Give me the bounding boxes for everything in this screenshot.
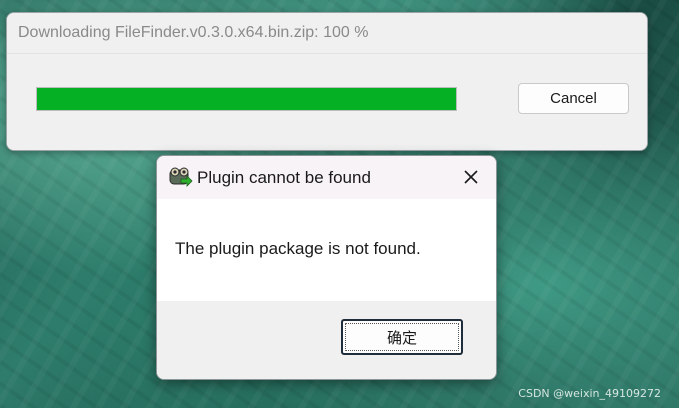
cancel-button[interactable]: Cancel xyxy=(518,83,629,114)
ok-button[interactable]: 确定 xyxy=(341,319,463,355)
dialog-footer: 确定 xyxy=(157,301,496,379)
dialog-titlebar: Plugin cannot be found xyxy=(157,156,496,199)
watermark: CSDN @weixin_49109272 xyxy=(518,387,661,400)
download-progress-bar xyxy=(36,87,457,111)
close-icon xyxy=(464,170,478,184)
plugin-not-found-dialog: Plugin cannot be found The plugin packag… xyxy=(156,155,497,380)
plugin-icon xyxy=(169,167,193,187)
download-window-body: Cancel xyxy=(7,54,647,150)
dialog-content: The plugin package is not found. xyxy=(157,199,496,301)
dialog-title: Plugin cannot be found xyxy=(197,168,371,187)
close-button[interactable] xyxy=(454,162,488,192)
download-window: Downloading FileFinder.v0.3.0.x64.bin.zi… xyxy=(6,12,648,151)
download-progress-fill xyxy=(37,88,456,110)
dialog-message: The plugin package is not found. xyxy=(175,239,421,258)
download-window-title: Downloading FileFinder.v0.3.0.x64.bin.zi… xyxy=(7,13,647,54)
